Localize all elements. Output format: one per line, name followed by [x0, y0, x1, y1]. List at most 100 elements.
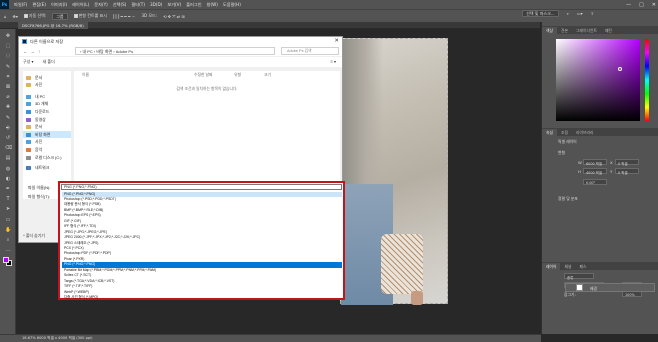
menu-window[interactable]: 창(W)	[207, 2, 218, 8]
gradient-icon[interactable]: ▤	[5, 155, 11, 161]
tab-patterns[interactable]: 패턴	[601, 27, 616, 34]
filetype-option[interactable]: 다중 사진 형식 (*.MPO)	[62, 295, 342, 301]
tab-properties[interactable]: 속성	[542, 129, 557, 136]
new-folder-button[interactable]: 새 폴더	[43, 59, 55, 64]
foreground-color-swatch[interactable]	[3, 257, 9, 263]
menu-filter[interactable]: 필터(T)	[131, 2, 145, 8]
menu-file[interactable]: 파일(F)	[14, 2, 27, 8]
document-tab[interactable]: DSCF8766.JPG @ 16.7% (RGB/8)	[18, 22, 88, 29]
minimize-icon[interactable]: —	[626, 2, 631, 8]
crop-icon[interactable]: ⌗	[5, 74, 11, 80]
tab-channels[interactable]: 채널	[560, 263, 575, 270]
h-field[interactable]: 4000 픽셀	[583, 168, 607, 175]
forward-arrow-icon[interactable]: →	[31, 49, 36, 54]
hue-slider[interactable]	[645, 39, 649, 121]
history-brush-icon[interactable]: ↺	[5, 135, 11, 141]
workspace-icon[interactable]: ▭▾	[577, 11, 583, 16]
shape-icon[interactable]: ▭	[5, 217, 11, 223]
sidebar-item[interactable]: 음악	[26, 146, 42, 153]
select-and-mask-button[interactable]: 선택 및 마스크...	[522, 10, 559, 17]
sidebar-item[interactable]: 다운로드	[26, 108, 49, 115]
color-picker-cursor[interactable]	[618, 67, 622, 71]
tab-libraries[interactable]: 라이브러리	[572, 129, 597, 136]
more-icon[interactable]: …	[5, 247, 11, 253]
share-icon[interactable]: ⇪	[591, 11, 594, 16]
filetype-dropdown[interactable]: PNG (*.PNG;*.PNG) PNG (*.PNG;*.PNG) Photo…	[58, 181, 345, 300]
canvas-photo[interactable]	[340, 38, 448, 305]
sidebar-item[interactable]: 3D 개체	[26, 101, 48, 108]
column-date[interactable]: 수정한 날짜	[194, 73, 213, 78]
tab-adjustments[interactable]: 조정	[557, 129, 572, 136]
column-size[interactable]: 크기	[264, 73, 271, 78]
y-field[interactable]: 0 픽셀	[615, 168, 639, 175]
sidebar-item[interactable]: 로컬 디스크 (C:)	[26, 154, 62, 161]
dodge-icon[interactable]: ◐	[5, 176, 11, 182]
auto-select-dropdown[interactable]: 그룹	[52, 12, 68, 20]
maximize-icon[interactable]: □	[639, 2, 644, 8]
sidebar-item[interactable]: 네트워크	[26, 165, 49, 172]
dialog-close-icon[interactable]: ✕	[334, 38, 339, 44]
align-icons[interactable]: ⫿ ⫿ ⫿ ═ ═ ═ ···	[113, 14, 136, 19]
column-name[interactable]: 이름	[82, 73, 89, 78]
search-icon[interactable]: ⌕	[567, 11, 569, 16]
lasso-icon[interactable]: ◌	[5, 53, 11, 59]
eraser-icon[interactable]: ⌫	[5, 145, 12, 151]
tab-swatches[interactable]: 견본	[557, 27, 572, 34]
blur-icon[interactable]: ◍	[5, 166, 11, 172]
file-list[interactable]: 이름 수정한 날짜 유형 크기 검색 조건과 일치하는 항목이 없습니다.	[74, 71, 340, 199]
path-select-icon[interactable]: ➤	[5, 206, 11, 212]
layer-kind-filter[interactable]: 종류	[564, 273, 594, 280]
menu-view[interactable]: 보기(V)	[167, 2, 181, 8]
sidebar-item[interactable]: 바탕 화면	[23, 131, 71, 139]
sidebar-item[interactable]: 동영상	[26, 116, 46, 123]
type-icon[interactable]: T	[5, 196, 11, 202]
back-arrow-icon[interactable]: ←	[23, 49, 28, 54]
menu-image[interactable]: 이미지(I)	[51, 2, 67, 8]
tab-gradients[interactable]: 그레이디언트	[572, 27, 601, 34]
zoom-icon[interactable]: ⌕	[5, 237, 11, 243]
mode-3d-icons[interactable]: ⟲ ✥ ⤧ ⇄ ⊞	[163, 14, 185, 19]
w-field[interactable]: 6000 픽셀	[583, 159, 607, 166]
menu-select[interactable]: 선택(S)	[113, 2, 127, 8]
move-icon[interactable]: ✥	[5, 33, 11, 39]
color-picker-field[interactable]	[556, 39, 640, 121]
brush-icon[interactable]: ✎	[5, 115, 11, 121]
sidebar-item[interactable]: 사진	[26, 82, 42, 89]
breadcrumb[interactable]: › 내 PC › 바탕 화면 › Adobe Ps	[75, 47, 275, 55]
transform-controls-option[interactable]: 변형 컨트롤 표시	[73, 13, 107, 19]
menu-layer[interactable]: 레이어(L)	[72, 2, 89, 8]
organize-button[interactable]: 구성 ▾	[23, 59, 33, 64]
column-type[interactable]: 유형	[234, 73, 241, 78]
menu-plugins[interactable]: 플러그인	[186, 2, 201, 8]
up-arrow-icon[interactable]: ↑	[38, 49, 40, 54]
view-options-button[interactable]: ≡ ▾	[331, 57, 336, 66]
sidebar-item[interactable]: 문서	[26, 124, 42, 131]
sidebar-item[interactable]: 내 PC	[26, 93, 45, 100]
marquee-icon[interactable]: ⬚	[5, 43, 11, 49]
hand-icon[interactable]: ✋	[5, 227, 11, 233]
move-tool-icon[interactable]: ✥▾	[13, 14, 18, 19]
sidebar-item[interactable]: 문서	[26, 74, 42, 81]
sidebar-item[interactable]: 사진	[26, 139, 42, 146]
close-icon[interactable]: ✕	[652, 2, 656, 8]
menu-type[interactable]: 문자(Y)	[94, 2, 108, 8]
menu-edit[interactable]: 편집(E)	[32, 2, 46, 8]
stamp-icon[interactable]: ⎆	[5, 125, 11, 131]
quick-select-icon[interactable]: ✎	[5, 64, 11, 70]
angle-field[interactable]: 0.00°	[583, 179, 607, 185]
menu-3d[interactable]: 3D(D)	[150, 2, 162, 7]
hide-folders-button[interactable]: ^ 폴더 숨기기	[23, 233, 45, 239]
frame-icon[interactable]: ⊠	[5, 84, 11, 90]
dialog-search-input[interactable]: Adobe Ps 검색	[281, 47, 339, 55]
transform-controls-checkbox[interactable]	[73, 14, 78, 18]
pen-icon[interactable]: ✒	[5, 186, 11, 192]
auto-select-checkbox[interactable]	[23, 14, 28, 18]
tab-color[interactable]: 색상	[542, 27, 557, 34]
healing-icon[interactable]: ✚	[5, 104, 11, 110]
eyedropper-icon[interactable]: ⌀	[5, 94, 11, 100]
home-icon[interactable]: ⌂	[4, 14, 7, 19]
auto-select-option[interactable]: 자동 선택:	[23, 13, 46, 19]
tab-layers[interactable]: 레이어	[542, 263, 561, 270]
filetype-select[interactable]: PNG (*.PNG;*.PNG)	[61, 184, 342, 190]
menu-help[interactable]: 도움말(H)	[223, 2, 241, 8]
